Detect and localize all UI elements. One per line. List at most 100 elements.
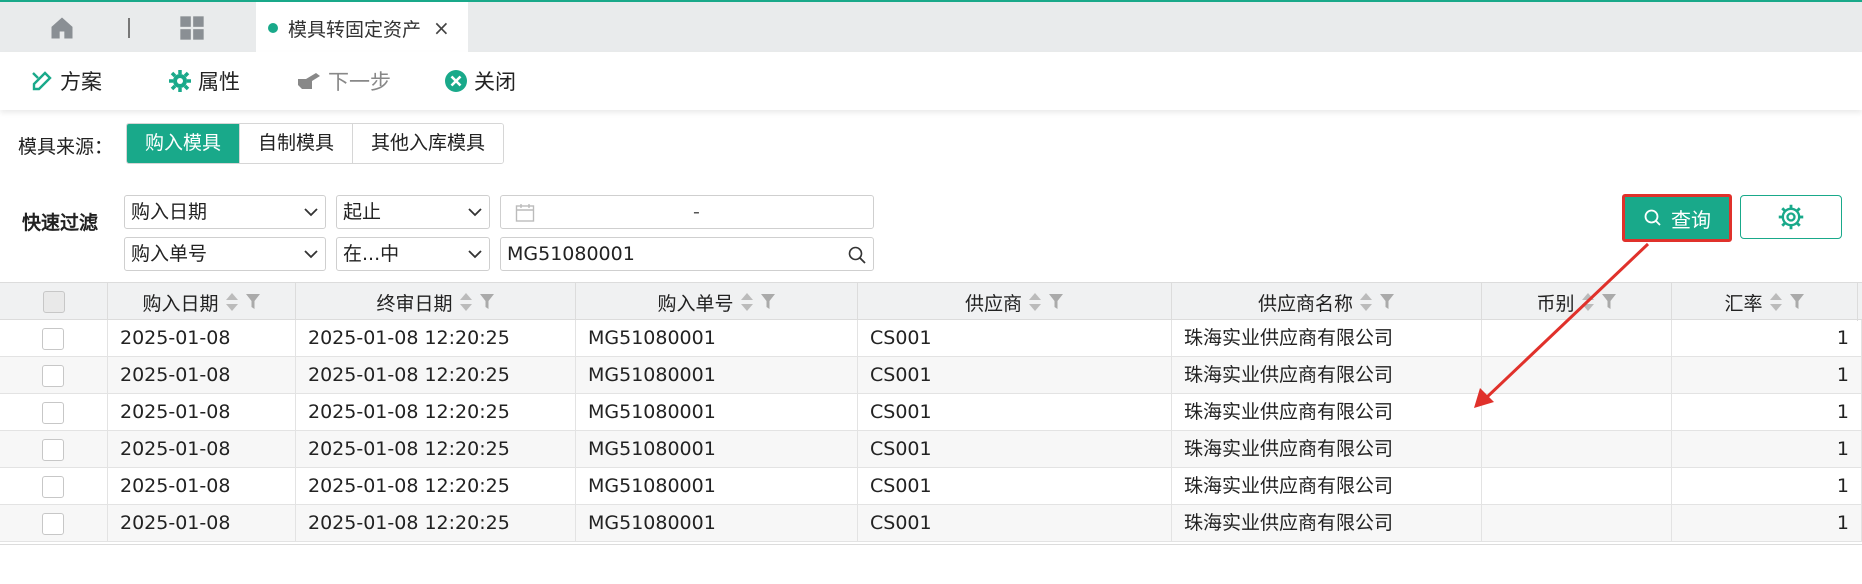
search-icon[interactable] [847, 245, 867, 265]
col-supplier-name[interactable]: 供应商名称 [1172, 283, 1482, 321]
home-icon[interactable] [48, 14, 76, 42]
table-row[interactable]: 2025-01-08 2025-01-08 12:20:25 MG5108000… [0, 357, 1862, 394]
cell-final-audit-date: 2025-01-08 12:20:25 [296, 431, 576, 468]
cell-supplier-name: 珠海实业供应商有限公司 [1172, 394, 1482, 431]
chevron-down-icon [468, 208, 482, 217]
sort-icon[interactable] [225, 291, 239, 313]
cell-currency [1482, 320, 1672, 357]
cell-purchase-date: 2025-01-08 [108, 505, 296, 542]
source-option-selfmade[interactable]: 自制模具 [240, 124, 354, 163]
row-checkbox[interactable] [42, 439, 64, 461]
sort-icon[interactable] [1359, 291, 1373, 313]
purchase-no-input[interactable]: MG51080001 [500, 237, 874, 271]
row-checkbox[interactable] [42, 328, 64, 350]
col-final-audit-date[interactable]: 终审日期 [296, 283, 576, 321]
cell-supplier-name: 珠海实业供应商有限公司 [1172, 320, 1482, 357]
cell-currency [1482, 468, 1672, 505]
cell-purchase-date: 2025-01-08 [108, 394, 296, 431]
row-checkbox[interactable] [42, 513, 64, 535]
plan-icon [32, 71, 52, 91]
row-select-cell [0, 468, 108, 505]
sort-icon[interactable] [459, 291, 473, 313]
col-purchase-no-label: 购入单号 [657, 292, 734, 315]
table-bottom-border [0, 544, 1862, 545]
col-exchange-rate-label: 汇率 [1724, 292, 1763, 315]
table-row[interactable]: 2025-01-08 2025-01-08 12:20:25 MG5108000… [0, 468, 1862, 505]
source-option-purchased[interactable]: 购入模具 [127, 124, 241, 163]
row-select-cell [0, 505, 108, 542]
filter-field-2-value: 购入单号 [131, 243, 208, 265]
close-button[interactable]: 关闭 [444, 66, 516, 96]
filter-settings-button[interactable] [1740, 195, 1842, 239]
plan-button[interactable]: 方案 [30, 66, 102, 96]
cell-final-audit-date: 2025-01-08 12:20:25 [296, 394, 576, 431]
filter-icon[interactable] [245, 293, 261, 311]
cell-purchase-no: MG51080001 [576, 394, 858, 431]
cell-supplier: CS001 [858, 320, 1172, 357]
props-button[interactable]: 属性 [168, 66, 240, 96]
table-row[interactable]: 2025-01-08 2025-01-08 12:20:25 MG5108000… [0, 320, 1862, 357]
select-all-checkbox[interactable] [42, 291, 65, 313]
filter-icon[interactable] [479, 293, 495, 311]
date-range-separator: - [693, 201, 700, 223]
sort-icon[interactable] [1028, 291, 1042, 313]
cell-supplier-name: 珠海实业供应商有限公司 [1172, 468, 1482, 505]
next-step-button[interactable]: 下一步 [296, 66, 391, 96]
table-row[interactable]: 2025-01-08 2025-01-08 12:20:25 MG5108000… [0, 505, 1862, 542]
source-option-other[interactable]: 其他入库模具 [353, 124, 504, 163]
cell-supplier: CS001 [858, 505, 1172, 542]
cell-supplier: CS001 [858, 468, 1172, 505]
chevron-down-icon [468, 250, 482, 259]
col-exchange-rate[interactable]: 汇率 [1672, 283, 1858, 321]
filter-field-select-1[interactable]: 购入日期 [124, 195, 326, 229]
cell-supplier-name: 珠海实业供应商有限公司 [1172, 431, 1482, 468]
header-select-all[interactable] [0, 283, 108, 321]
filter-icon[interactable] [1789, 293, 1805, 311]
filter-op-select-1[interactable]: 起止 [336, 195, 490, 229]
cell-purchase-no: MG51080001 [576, 505, 858, 542]
cell-supplier: CS001 [858, 357, 1172, 394]
cell-currency [1482, 394, 1672, 431]
date-range-input[interactable]: - [500, 195, 874, 229]
col-purchase-no[interactable]: 购入单号 [576, 283, 858, 321]
row-select-cell [0, 394, 108, 431]
filter-icon[interactable] [760, 293, 776, 311]
col-supplier[interactable]: 供应商 [858, 283, 1172, 321]
col-purchase-date[interactable]: 购入日期 [108, 283, 296, 321]
row-checkbox[interactable] [42, 476, 64, 498]
source-label: 模具来源： [18, 136, 114, 158]
row-checkbox[interactable] [42, 402, 64, 424]
filter-field-select-2[interactable]: 购入单号 [124, 237, 326, 271]
cell-final-audit-date: 2025-01-08 12:20:25 [296, 505, 576, 542]
tab-separator [128, 18, 130, 38]
cell-purchase-date: 2025-01-08 [108, 431, 296, 468]
sort-icon[interactable] [1769, 291, 1783, 313]
sort-icon[interactable] [1581, 291, 1595, 313]
toolbar: 方案 属性 下一步 关闭 [0, 52, 1862, 110]
grid-icon[interactable] [178, 14, 206, 42]
filter-op-select-2[interactable]: 在...中 [336, 237, 490, 271]
tab-mold-to-fixed-asset[interactable]: 模具转固定资产 × [256, 2, 468, 54]
cell-supplier-name: 珠海实业供应商有限公司 [1172, 357, 1482, 394]
cell-exchange-rate: 1 [1672, 505, 1862, 542]
calendar-icon [515, 204, 535, 222]
sort-icon[interactable] [740, 291, 754, 313]
table-row[interactable]: 2025-01-08 2025-01-08 12:20:25 MG5108000… [0, 431, 1862, 468]
filter-icon[interactable] [1379, 293, 1395, 311]
row-checkbox[interactable] [42, 365, 64, 387]
col-purchase-date-label: 购入日期 [142, 292, 219, 315]
close-circle-icon [445, 70, 467, 92]
cell-purchase-no: MG51080001 [576, 468, 858, 505]
cell-final-audit-date: 2025-01-08 12:20:25 [296, 468, 576, 505]
filter-icon[interactable] [1048, 293, 1064, 311]
cell-exchange-rate: 1 [1672, 394, 1862, 431]
filter-icon[interactable] [1601, 293, 1617, 311]
tab-close-icon[interactable]: × [433, 16, 450, 40]
next-step-label: 下一步 [328, 70, 391, 94]
col-currency[interactable]: 币别 [1482, 283, 1672, 321]
cell-supplier: CS001 [858, 394, 1172, 431]
cell-currency [1482, 431, 1672, 468]
gear-icon [169, 70, 191, 92]
query-button[interactable]: 查询 [1622, 194, 1732, 242]
table-row[interactable]: 2025-01-08 2025-01-08 12:20:25 MG5108000… [0, 394, 1862, 431]
